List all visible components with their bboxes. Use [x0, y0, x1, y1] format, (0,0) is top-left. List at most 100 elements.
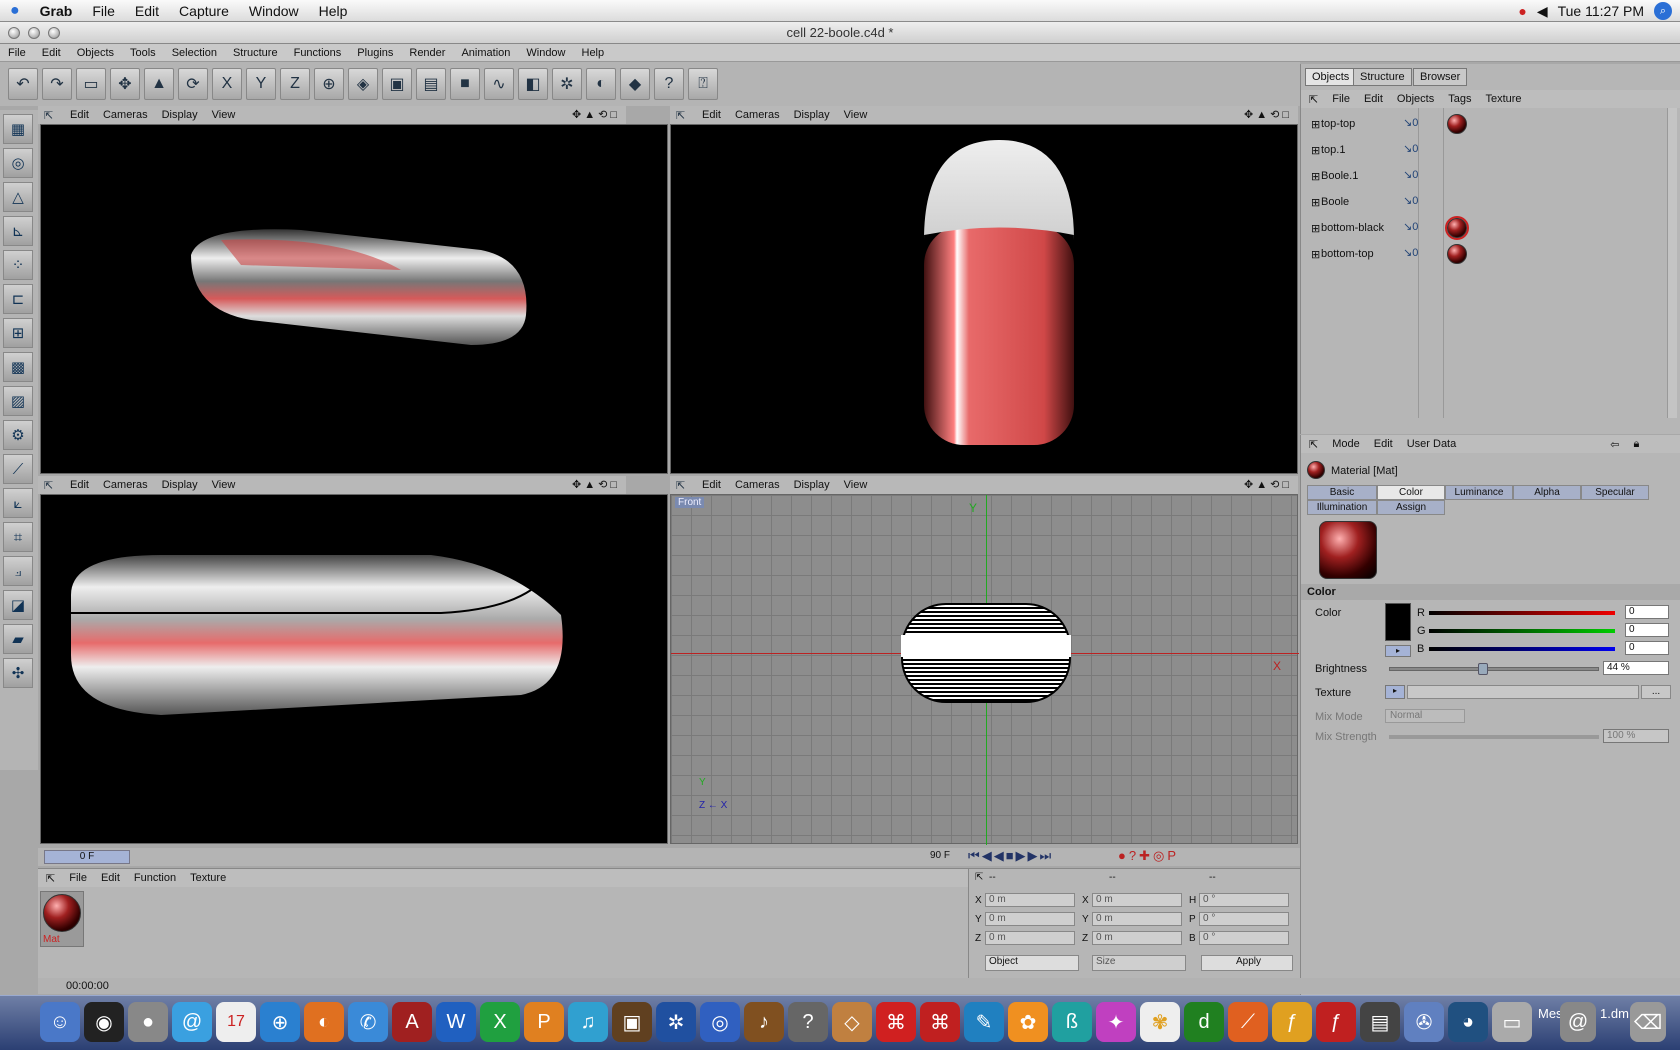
workplane-icon[interactable]: ▰ [3, 624, 33, 654]
b-input[interactable]: 0 [1625, 641, 1669, 655]
tab-basic[interactable]: Basic [1307, 485, 1377, 500]
texture-browse-button[interactable]: ... [1641, 685, 1671, 699]
flag-icon[interactable]: ● [1518, 3, 1526, 19]
g-slider[interactable] [1429, 629, 1615, 633]
viewport-1-cameras[interactable]: Cameras [103, 109, 148, 121]
zoom-button[interactable] [48, 27, 60, 39]
finder-icon[interactable]: ☺ [40, 1002, 80, 1042]
mail-icon[interactable]: @ [172, 1002, 212, 1042]
apply-button[interactable]: Apply [1201, 955, 1293, 971]
powerpoint-icon[interactable]: P [524, 1002, 564, 1042]
texture-field[interactable] [1407, 685, 1639, 699]
scene-icon[interactable]: ◐ [586, 68, 616, 100]
apple-icon[interactable]: ● [128, 1002, 168, 1042]
expand-icon[interactable]: ⊞ [1311, 222, 1320, 235]
r-input[interactable]: 0 [1625, 605, 1669, 619]
objects-menu-texture[interactable]: Texture [1485, 93, 1521, 105]
pos-x-input[interactable]: 0 m [985, 893, 1075, 907]
tab-color[interactable]: Color [1377, 485, 1445, 500]
tab-alpha[interactable]: Alpha [1513, 485, 1581, 500]
object-row-bottom-top[interactable]: ⊞ bottom-top ↘0 [1311, 242, 1671, 266]
fireworks-icon[interactable]: ✿ [1008, 1002, 1048, 1042]
texture-axis-icon[interactable]: ▨ [3, 386, 33, 416]
objects-menu-tags[interactable]: Tags [1448, 93, 1471, 105]
material-preview[interactable] [1319, 521, 1377, 579]
cinema4d-icon[interactable]: ◕ [1448, 1002, 1488, 1042]
spotlight-icon[interactable]: ⌕ [1654, 2, 1672, 20]
undo-icon[interactable]: ↶ [8, 68, 38, 100]
rotate-icon[interactable]: ⟳ [178, 68, 208, 100]
visibility-icon[interactable]: ↘0 [1403, 168, 1418, 181]
idvd-icon[interactable]: ◎ [700, 1002, 740, 1042]
attributes-menu-arrow-icon[interactable]: ⇱ [1309, 438, 1318, 451]
app-menu-help[interactable]: Help [574, 47, 613, 59]
render-view-icon[interactable]: ◈ [348, 68, 378, 100]
tab-structure[interactable]: Structure [1353, 68, 1412, 86]
pos-z-input[interactable]: 0 m [985, 931, 1075, 945]
deformer-icon[interactable]: ◆ [620, 68, 650, 100]
garageband-icon[interactable]: ♪ [744, 1002, 784, 1042]
viewport-1-edit[interactable]: Edit [70, 109, 89, 121]
tab-assign[interactable]: Assign [1377, 500, 1445, 515]
viewport-menu-icon[interactable]: ⇱ [676, 109, 688, 122]
ichat-icon[interactable]: ✆ [348, 1002, 388, 1042]
cube-primitive-icon[interactable]: ■ [450, 68, 480, 100]
visibility-icon[interactable]: ↘0 [1403, 116, 1418, 129]
tab-specular[interactable]: Specular [1581, 485, 1649, 500]
record-keys-icon[interactable]: ●?✚◎P [1118, 848, 1179, 864]
calendar-icon[interactable]: 17 [216, 1002, 256, 1042]
feather-icon[interactable]: ✎ [964, 1002, 1004, 1042]
illustrator-icon[interactable]: ⟋ [1228, 1002, 1268, 1042]
brush-icon[interactable]: ⟓ [3, 556, 33, 586]
app-menu-file[interactable]: File [0, 47, 34, 59]
material-menu-function[interactable]: Function [134, 872, 176, 884]
r-slider[interactable] [1429, 611, 1615, 615]
tab-objects[interactable]: Objects [1305, 68, 1357, 86]
viewport-menu-icon[interactable]: ⇱ [676, 479, 688, 492]
help-pointer-icon[interactable]: ? [654, 68, 684, 100]
viewport-2-edit[interactable]: Edit [702, 109, 721, 121]
preview-icon[interactable]: ◇ [832, 1002, 872, 1042]
size-x-input[interactable]: 0 m [1092, 893, 1182, 907]
app-menu-render[interactable]: Render [401, 47, 453, 59]
coords-mode-select[interactable]: Object [985, 955, 1079, 971]
size-z-input[interactable]: 0 m [1092, 931, 1182, 945]
viewport-front[interactable]: Front Y X Y Z ← X [670, 494, 1299, 845]
y-axis-icon[interactable]: Y [246, 68, 276, 100]
color-picker-button[interactable]: ▸ [1385, 645, 1411, 657]
z-axis-icon[interactable]: Z [280, 68, 310, 100]
viewport-nav-icons[interactable]: ✥▲⟲□ [572, 108, 620, 121]
attributes-menu-userdata[interactable]: User Data [1407, 438, 1457, 450]
context-help-icon[interactable]: ⍰ [688, 68, 718, 100]
rot-b-input[interactable]: 0 ° [1199, 931, 1289, 945]
objects-scrollbar[interactable] [1667, 108, 1677, 418]
app-menu-functions[interactable]: Functions [286, 47, 350, 59]
app-menu-edit[interactable]: Edit [34, 47, 69, 59]
visibility-icon[interactable]: ↘0 [1403, 220, 1418, 233]
texture-mode-icon[interactable]: ▩ [3, 352, 33, 382]
timeline[interactable]: 90 F ⏮◀◀■▶▶⏭ ●?✚◎P [38, 848, 1300, 866]
app-menu-selection[interactable]: Selection [164, 47, 225, 59]
material-menu-file[interactable]: File [69, 872, 87, 884]
viewport-top[interactable] [670, 124, 1298, 474]
viewport-4-cameras[interactable]: Cameras [735, 479, 780, 491]
layout-icon[interactable]: ▦ [3, 114, 33, 144]
freehand-icon[interactable]: ƒ [1272, 1002, 1312, 1042]
tab-browser[interactable]: Browser [1413, 68, 1468, 86]
viewport-perspective[interactable] [40, 124, 668, 474]
lock-icon[interactable]: 🔒︎ [1633, 438, 1639, 451]
viewport-3-edit[interactable]: Edit [70, 479, 89, 491]
select-icon[interactable]: ▭ [76, 68, 106, 100]
expand-icon[interactable]: ⊞ [1311, 118, 1320, 131]
move-icon[interactable]: ✥ [110, 68, 140, 100]
expand-icon[interactable]: ⊞ [1311, 248, 1320, 261]
mix-mode-select[interactable]: Normal [1385, 709, 1465, 723]
menubar-help[interactable]: Help [309, 3, 358, 19]
app-menu-animation[interactable]: Animation [453, 47, 518, 59]
dreamweaver-2-icon[interactable]: d [1184, 1002, 1224, 1042]
close-button[interactable] [8, 27, 20, 39]
menubar-file[interactable]: File [82, 3, 125, 19]
pos-y-input[interactable]: 0 m [985, 912, 1075, 926]
expand-icon[interactable]: ⊞ [1311, 144, 1320, 157]
rot-p-input[interactable]: 0 ° [1199, 912, 1289, 926]
